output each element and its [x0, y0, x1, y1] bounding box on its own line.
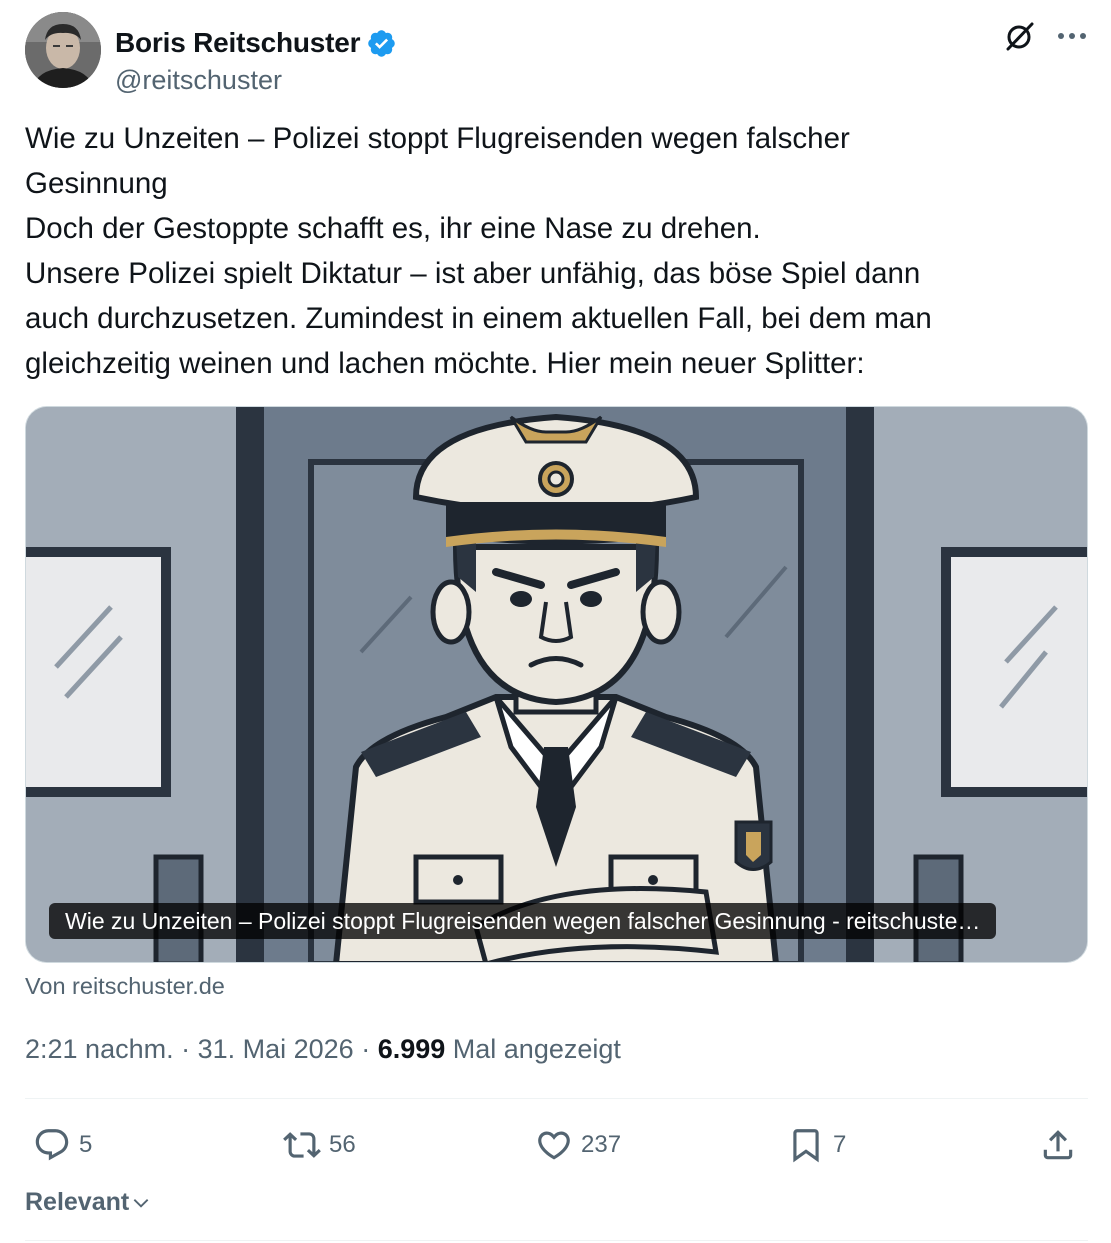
tweet-text-line: gleichzeitig weinen und lachen möchte. H…: [25, 347, 865, 380]
avatar-photo: [25, 12, 101, 88]
like-count: 237: [581, 1131, 622, 1158]
card-image: [26, 407, 1087, 962]
share-button[interactable]: [1039, 1120, 1077, 1170]
tweet-text-line: auch durchzusetzen. Zumindest in einem a…: [25, 302, 932, 335]
reply-button[interactable]: 5: [33, 1120, 92, 1170]
verified-badge-icon[interactable]: [366, 28, 397, 59]
like-button[interactable]: 237: [535, 1120, 621, 1170]
tweet-text: Wie zu Unzeiten – Polizei stoppt Flugrei…: [25, 116, 1085, 386]
author-display-name[interactable]: Boris Reitschuster: [115, 27, 361, 59]
chevron-down-icon: [133, 1198, 149, 1208]
views-label: Mal angezeigt: [445, 1034, 621, 1064]
tweet-text-line: Wie zu Unzeiten – Polizei stoppt Flugrei…: [25, 122, 850, 155]
more-icon: [1058, 33, 1086, 39]
sort-replies-dropdown[interactable]: Relevant: [25, 1188, 151, 1217]
tweet-text-line: Gesinnung: [25, 167, 168, 200]
author-name-row: Boris Reitschuster: [115, 27, 397, 59]
retweet-button[interactable]: 56: [283, 1120, 356, 1170]
card-source-link[interactable]: Von reitschuster.de: [25, 973, 225, 1000]
reply-icon: [35, 1129, 69, 1161]
divider: [25, 1098, 1088, 1099]
author-handle[interactable]: @reitschuster: [115, 65, 282, 96]
divider: [25, 1240, 1088, 1241]
tweet-header: Boris Reitschuster @reitschuster: [25, 12, 1095, 95]
share-icon: [1043, 1130, 1073, 1160]
bookmark-count: 7: [833, 1131, 847, 1158]
action-bar: 5 56 237 7: [25, 1120, 1088, 1170]
grok-icon: [1006, 22, 1034, 51]
link-card[interactable]: Wie zu Unzeiten – Polizei stoppt Flugrei…: [25, 406, 1088, 963]
bookmark-button[interactable]: 7: [787, 1120, 846, 1170]
sort-label: Relevant: [25, 1188, 130, 1216]
bookmark-icon: [793, 1129, 819, 1163]
card-title: Wie zu Unzeiten – Polizei stoppt Flugrei…: [49, 903, 997, 939]
retweet-icon: [283, 1132, 321, 1158]
tweet-text-line: Doch der Gestoppte schafft es, ihr eine …: [25, 212, 761, 245]
reply-count: 5: [79, 1131, 93, 1158]
tweet-time[interactable]: 2:21 nachm.: [25, 1034, 174, 1064]
retweet-count: 56: [329, 1131, 356, 1158]
tweet-meta: 2:21 nachm. · 31. Mai 2026 · 6.999 Mal a…: [25, 1034, 621, 1065]
author-avatar[interactable]: [25, 12, 101, 88]
views-count: 6.999: [377, 1034, 446, 1064]
heart-icon: [538, 1131, 570, 1160]
meta-separator: ·: [173, 1034, 198, 1064]
more-button[interactable]: [1052, 16, 1092, 56]
tweet-text-line: Unsere Polizei spielt Diktatur – ist abe…: [25, 257, 921, 290]
meta-separator: ·: [353, 1034, 378, 1064]
grok-button[interactable]: [1000, 16, 1040, 56]
tweet-date[interactable]: 31. Mai 2026: [198, 1034, 354, 1064]
